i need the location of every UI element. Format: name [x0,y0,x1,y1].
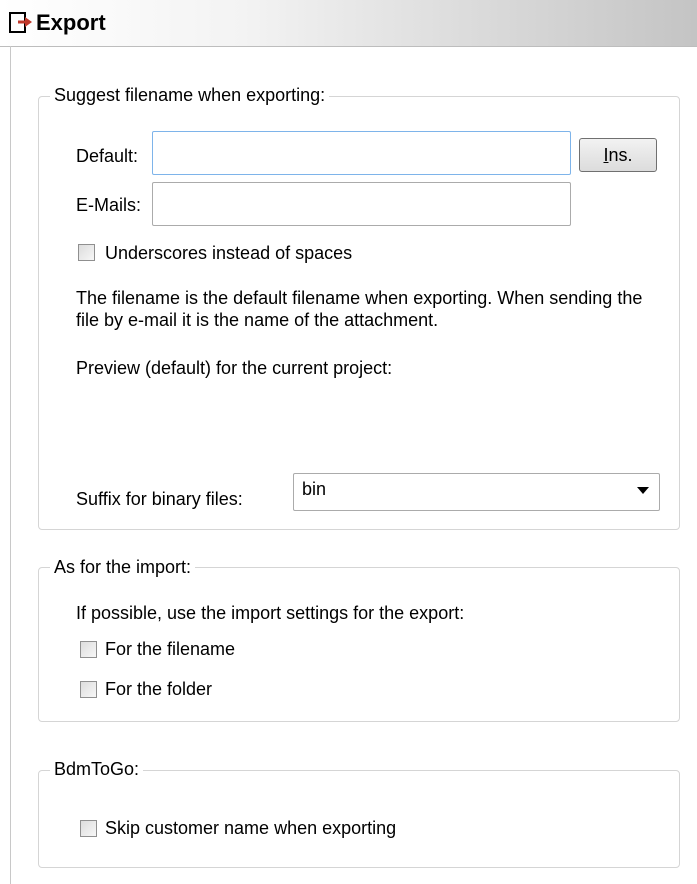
default-input[interactable] [152,131,571,175]
left-border [10,46,11,884]
preview-label: Preview (default) for the current projec… [76,358,393,378]
import-description: If possible, use the import settings for… [76,603,465,623]
chevron-down-icon[interactable] [637,487,649,494]
skip-customer-label[interactable]: Skip customer name when exporting [105,817,396,839]
import-legend: As for the import: [50,556,196,578]
folder-checkbox-label[interactable]: For the folder [105,678,212,700]
suffix-select-value: bin [302,479,327,499]
emails-label: E-Mails: [76,195,142,215]
suggest-filename-legend: Suggest filename when exporting: [50,84,330,106]
insert-button-label: Ins. [603,145,633,165]
page-title: Export [36,10,106,35]
filename-checkbox[interactable] [80,641,97,658]
folder-checkbox[interactable] [80,681,97,698]
underscores-label[interactable]: Underscores instead of spaces [105,242,352,264]
export-icon [8,10,34,36]
filename-info-text: The filename is the default filename whe… [76,288,643,330]
suffix-select[interactable]: bin [293,473,660,511]
filename-checkbox-label[interactable]: For the filename [105,638,235,660]
emails-input[interactable] [152,182,571,226]
skip-customer-checkbox[interactable] [80,820,97,837]
underscores-checkbox[interactable] [78,244,95,261]
default-label: Default: [76,146,139,166]
bdmtogo-legend: BdmToGo: [50,758,144,780]
suffix-label: Suffix for binary files: [76,489,243,509]
export-header: Export [0,0,697,47]
insert-button[interactable]: Ins. [579,138,657,172]
